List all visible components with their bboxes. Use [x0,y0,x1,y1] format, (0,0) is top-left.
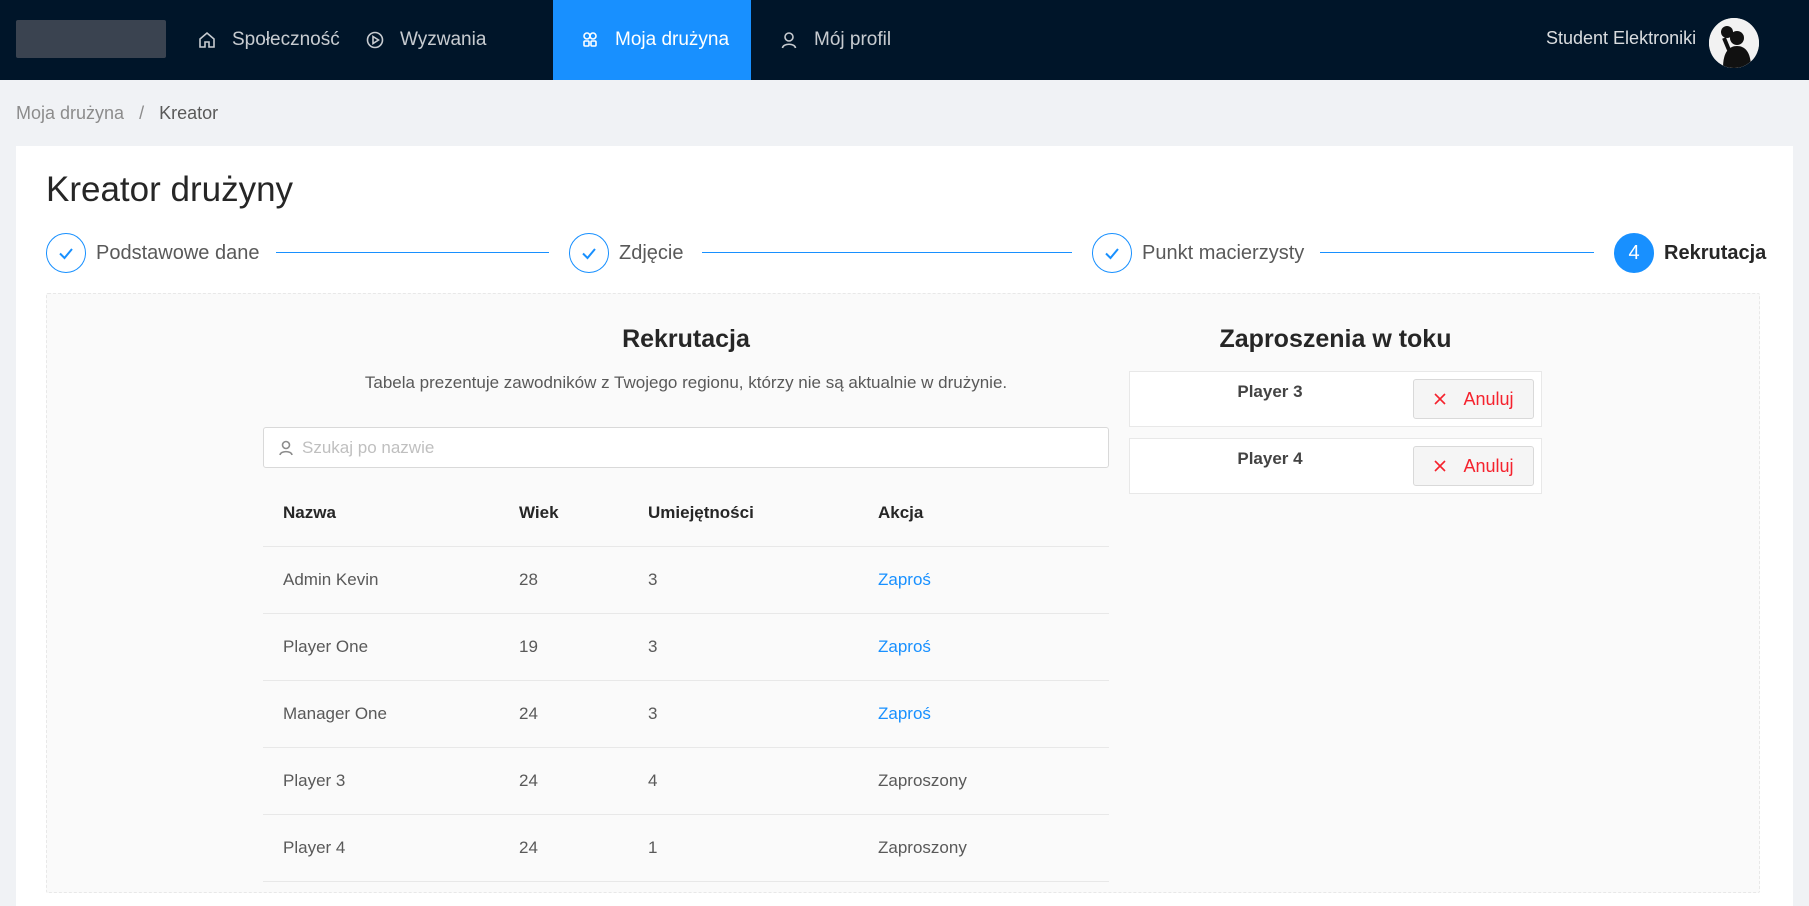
player-age: 24 [519,771,538,790]
invitations-title: Zaproszenia w toku [1219,325,1452,353]
player-age: 19 [519,637,538,656]
recruitment-description: Tabela prezentuje zawodników z Twojego r… [364,373,1008,392]
check-icon [1105,248,1119,260]
player-age: 24 [519,838,538,857]
table-row: Player 4 24 1 Zaproszony [263,815,1109,882]
step-circle [1092,233,1132,273]
close-icon [1434,393,1447,405]
logo[interactable] [16,20,166,58]
nav-item-label: Mój profil [814,29,892,50]
table-row: Player One 19 3 Zaproś [263,614,1109,681]
player-skill: 3 [648,704,658,723]
breadcrumb-separator: / [139,103,145,123]
invite-link[interactable]: Zaproś [878,681,931,747]
table-row: Player 3 24 4 Zaproszony [263,748,1109,815]
step-recruitment: 4 Rekrutacja [1614,232,1766,274]
step-home-point: Punkt macierzysty [1092,232,1304,274]
nav-item-challenges[interactable]: Wyzwania [366,0,496,80]
invitation-player-name: Player 4 [1237,449,1303,468]
step-circle: 4 [1614,233,1654,273]
player-age: 24 [519,704,538,723]
invitation-item: Player 3 Anuluj [1129,371,1542,427]
step-circle [569,233,609,273]
step-connector [702,252,1072,253]
page-title: Kreator drużyny [46,170,294,209]
column-header-name: Nazwa [283,503,336,522]
player-skill: 1 [648,838,658,857]
nav-item-my-team[interactable]: Moja drużyna [553,0,751,80]
nav-item-label: Wyzwania [400,29,487,50]
breadcrumb-item-my-team[interactable]: Moja drużyna [16,103,124,124]
avatar[interactable] [1709,18,1759,68]
top-navigation: Społeczność Wyzwania Moja drużyna Mój pr… [0,0,1809,80]
column-header-action: Akcja [878,503,924,522]
table-row: Manager One 24 3 Zaproś [263,681,1109,748]
breadcrumb-item-creator: Kreator [159,103,219,123]
home-icon [199,31,215,48]
step-basic-data: Podstawowe dane [46,232,259,274]
nav-item-my-profile[interactable]: Mój profil [780,0,920,80]
cancel-label: Anuluj [1463,388,1514,409]
step-title: Podstawowe dane [96,241,260,264]
player-skill: 3 [648,570,658,589]
nav-item-label: Moja drużyna [615,29,730,50]
search-input[interactable] [302,437,1082,458]
column-header-age: Wiek [519,503,559,522]
search-field[interactable] [263,427,1109,468]
cancel-label: Anuluj [1463,455,1514,476]
step-title: Punkt macierzysty [1142,241,1305,264]
invitation-item: Player 4 Anuluj [1129,438,1542,494]
table-header: Nazwa Wiek Umiejętności Akcja [263,480,1109,547]
step-title: Zdjęcie [619,241,684,264]
close-icon [1434,460,1447,472]
team-icon [583,32,597,47]
invite-link[interactable]: Zaproś [878,614,931,680]
breadcrumb: Moja drużyna / Kreator [16,103,218,124]
user-name[interactable]: Student Elektroniki [1546,28,1696,49]
check-icon [582,248,596,260]
play-circle-icon [366,31,384,49]
user-icon [279,440,293,455]
cancel-invitation-button[interactable]: Anuluj [1413,446,1534,486]
step-connector [1320,252,1594,253]
player-name: Admin Kevin [283,570,379,589]
players-table: Nazwa Wiek Umiejętności Akcja Admin Kevi… [263,480,1109,882]
player-name: Player 4 [283,838,346,857]
step-connector [276,252,549,253]
invite-link[interactable]: Zaproś [878,547,931,613]
invited-status: Zaproszony [878,838,967,857]
step-photo: Zdjęcie [569,232,683,274]
player-name: Player One [283,637,369,656]
check-icon [59,248,73,260]
step-circle [46,233,86,273]
nav-item-label: Społeczność [232,29,340,50]
user-icon [781,32,797,49]
player-skill: 4 [648,771,658,790]
invited-status: Zaproszony [878,771,967,790]
player-name: Player 3 [283,771,346,790]
cancel-invitation-button[interactable]: Anuluj [1413,379,1534,419]
table-row: Admin Kevin 28 3 Zaproś [263,547,1109,614]
column-header-skills: Umiejętności [648,503,754,522]
nav-item-community[interactable]: Społeczność [198,0,348,80]
player-skill: 3 [648,637,658,656]
recruitment-title: Rekrutacja [622,325,750,353]
invitation-player-name: Player 3 [1237,382,1303,401]
player-name: Manager One [283,704,387,723]
step-title: Rekrutacja [1664,241,1767,264]
player-age: 28 [519,570,538,589]
